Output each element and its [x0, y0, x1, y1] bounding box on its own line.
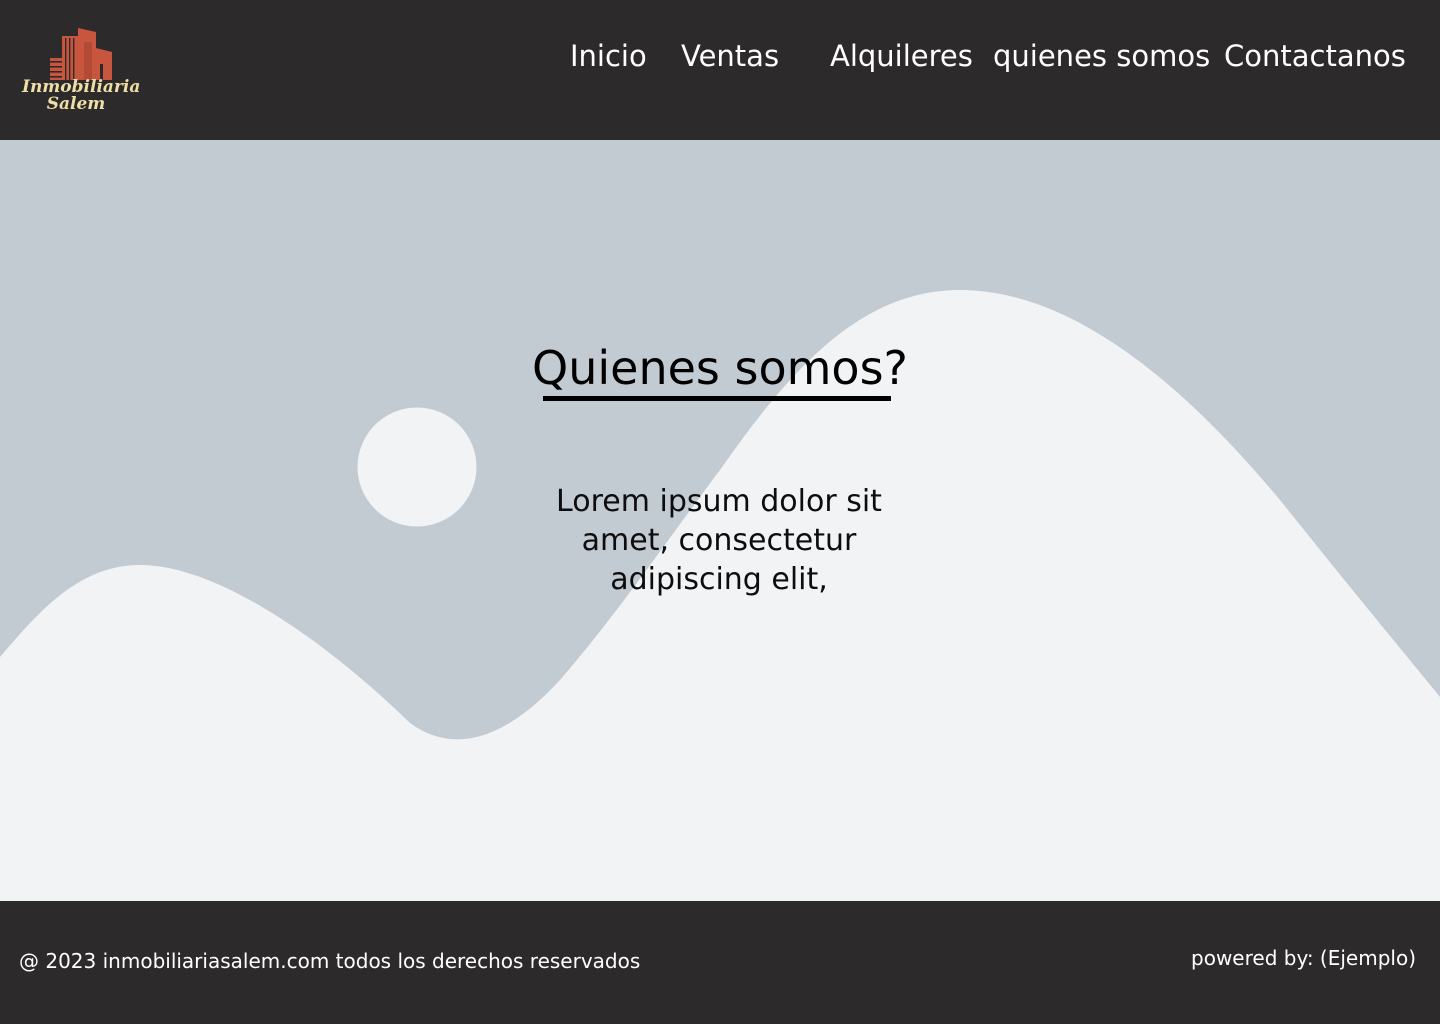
- intro-paragraph: Lorem ipsum dolor sit amet, consectetur …: [556, 484, 882, 597]
- hero-section: Quienes somos? Lorem ipsum dolor sit ame…: [0, 140, 1440, 901]
- page-title: Quienes somos?: [532, 341, 908, 395]
- sun-shape: [357, 407, 477, 527]
- site-header: Inmobiliaria Salem Inicio Ventas Alquile…: [0, 0, 1440, 140]
- nav-item-alquileres[interactable]: Alquileres: [830, 36, 973, 76]
- nav-item-quienes-somos[interactable]: quienes somos: [993, 36, 1210, 76]
- brand-name-line2: Salem: [46, 94, 106, 114]
- powered-by-text: powered by: (Ejemplo): [1191, 946, 1416, 970]
- brand-logo[interactable]: Inmobiliaria Salem: [22, 24, 140, 116]
- building-logo-icon: [50, 28, 112, 80]
- nav-item-inicio[interactable]: Inicio: [570, 36, 647, 76]
- nav-item-contactanos[interactable]: Contactanos: [1224, 36, 1406, 76]
- site-footer: @ 2023 inmobiliariasalem.com todos los d…: [0, 901, 1440, 1024]
- title-underline: [543, 396, 891, 401]
- nav-item-ventas[interactable]: Ventas: [681, 36, 779, 76]
- copyright-text: @ 2023 inmobiliariasalem.com todos los d…: [19, 949, 641, 973]
